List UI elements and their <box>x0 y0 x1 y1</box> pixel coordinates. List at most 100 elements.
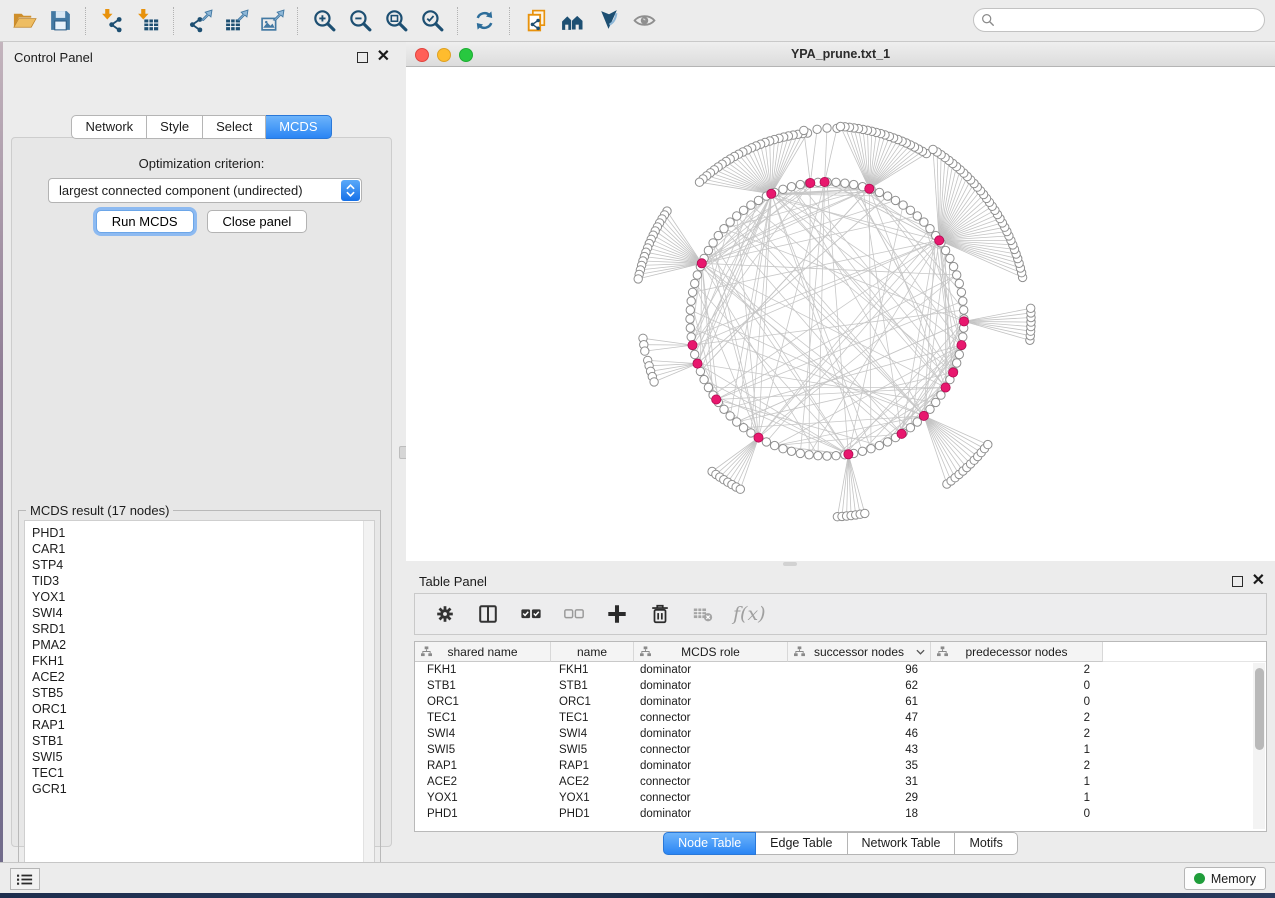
toolbar-separator <box>297 7 299 35</box>
mcds-result-item: YOX1 <box>32 589 374 605</box>
table-row[interactable]: YOX1YOX1connector291 <box>415 790 1266 806</box>
import-network-icon[interactable] <box>94 5 130 37</box>
toolbar-separator <box>457 7 459 35</box>
save-session-icon[interactable] <box>42 5 78 37</box>
table-cell: 18 <box>785 808 927 820</box>
table-cell: connector <box>632 776 785 788</box>
new-network-from-selection-icon[interactable] <box>518 5 554 37</box>
table-row[interactable]: SWI5SWI5connector431 <box>415 742 1266 758</box>
table-cell: 0 <box>927 680 1098 692</box>
table-row[interactable]: FKH1FKH1dominator962 <box>415 662 1266 678</box>
memory-button[interactable]: Memory <box>1184 867 1266 890</box>
delete-column-icon[interactable] <box>647 601 673 627</box>
table-row[interactable]: ACE2ACE2connector311 <box>415 774 1266 790</box>
table-cell: 2 <box>927 760 1098 772</box>
toolbar-separator <box>85 7 87 35</box>
table-cell: STB1 <box>415 680 550 692</box>
tab-network[interactable]: Network <box>71 115 147 139</box>
destroy-table-icon <box>690 601 716 627</box>
column-header-predecessor-nodes[interactable]: predecessor nodes <box>931 642 1103 662</box>
mcds-result-item: PMA2 <box>32 637 374 653</box>
table-cell: FKH1 <box>550 664 632 676</box>
show-column-panel-icon[interactable] <box>475 601 501 627</box>
network-canvas[interactable] <box>406 67 1275 561</box>
control-panel-tabs: NetworkStyleSelectMCDS <box>3 115 400 139</box>
tab-mcds[interactable]: MCDS <box>266 115 331 139</box>
window-zoom-icon[interactable] <box>459 48 473 62</box>
scrollbar-thumb[interactable] <box>1255 668 1264 750</box>
table-row[interactable]: ORC1ORC1dominator610 <box>415 694 1266 710</box>
float-panel-icon[interactable] <box>357 52 368 63</box>
table-cell: 61 <box>785 696 927 708</box>
run-mcds-button[interactable]: Run MCDS <box>96 210 194 233</box>
show-hide-icon[interactable] <box>626 5 662 37</box>
table-cell: PHD1 <box>415 808 550 820</box>
mcds-result-item: STB5 <box>32 685 374 701</box>
window-close-icon[interactable] <box>415 48 429 62</box>
close-panel-icon[interactable]: ✕ <box>377 52 390 62</box>
table-cell: 43 <box>785 744 927 756</box>
float-panel-icon[interactable] <box>1232 576 1243 587</box>
mcds-result-list[interactable]: PHD1CAR1STP4TID3YOX1SWI4SRD1PMA2FKH1ACE2… <box>24 520 375 874</box>
column-header-MCDS-role[interactable]: MCDS role <box>634 642 788 662</box>
mcds-result-item: PHD1 <box>32 525 374 541</box>
table-cell: connector <box>632 792 785 804</box>
export-table-icon[interactable] <box>218 5 254 37</box>
import-table-icon[interactable] <box>130 5 166 37</box>
optimization-criterion-value: largest connected component (undirected) <box>49 183 341 198</box>
table-cell: 2 <box>927 728 1098 740</box>
first-neighbors-icon[interactable] <box>554 5 590 37</box>
zoom-fit-icon[interactable] <box>378 5 414 37</box>
table-row[interactable]: RAP1RAP1dominator352 <box>415 758 1266 774</box>
table-cell: 1 <box>927 744 1098 756</box>
tab-select[interactable]: Select <box>203 115 266 139</box>
zoom-out-icon[interactable] <box>342 5 378 37</box>
table-cell: 29 <box>785 792 927 804</box>
search-input[interactable] <box>973 8 1265 32</box>
table-row[interactable]: STB1STB1dominator620 <box>415 678 1266 694</box>
deselect-all-icon[interactable] <box>561 601 587 627</box>
column-header-name[interactable]: name <box>551 642 634 662</box>
open-session-icon[interactable] <box>6 5 42 37</box>
table-cell: 0 <box>927 808 1098 820</box>
tab-edge-table[interactable]: Edge Table <box>756 832 847 855</box>
tab-style[interactable]: Style <box>147 115 203 139</box>
table-scrollbar[interactable] <box>1253 663 1265 829</box>
zoom-in-icon[interactable] <box>306 5 342 37</box>
mcds-list-scrollbar[interactable] <box>363 521 374 873</box>
zoom-selected-icon[interactable] <box>414 5 450 37</box>
table-cell: YOX1 <box>550 792 632 804</box>
tab-node-table[interactable]: Node Table <box>663 832 756 855</box>
export-image-icon[interactable] <box>254 5 290 37</box>
table-row[interactable]: TEC1TEC1connector472 <box>415 710 1266 726</box>
table-panel: Table Panel ✕ f(x) shared namenameMCDS r… <box>406 566 1275 862</box>
column-header-shared-name[interactable]: shared name <box>415 642 551 662</box>
optimization-criterion-select[interactable]: largest connected component (undirected) <box>48 178 362 203</box>
task-history-button[interactable] <box>10 868 40 890</box>
memory-status-icon <box>1194 873 1205 884</box>
table-cell: 1 <box>927 792 1098 804</box>
mcds-result-item: CAR1 <box>32 541 374 557</box>
close-panel-button[interactable]: Close panel <box>207 210 308 233</box>
close-panel-icon[interactable]: ✕ <box>1252 576 1265 586</box>
table-cell: dominator <box>632 808 785 820</box>
table-row[interactable]: SWI4SWI4dominator462 <box>415 726 1266 742</box>
tab-motifs[interactable]: Motifs <box>955 832 1017 855</box>
table-cell: 2 <box>927 712 1098 724</box>
graphics-details-icon[interactable] <box>590 5 626 37</box>
network-window-titlebar[interactable]: YPA_prune.txt_1 <box>406 42 1275 67</box>
column-header-successor-nodes[interactable]: successor nodes <box>788 642 931 662</box>
table-cell: STB1 <box>550 680 632 692</box>
export-network-icon[interactable] <box>182 5 218 37</box>
window-minimize-icon[interactable] <box>437 48 451 62</box>
table-cell: RAP1 <box>550 760 632 772</box>
apply-layout-icon[interactable] <box>466 5 502 37</box>
select-all-icon[interactable] <box>518 601 544 627</box>
table-cell: PHD1 <box>550 808 632 820</box>
tab-network-table[interactable]: Network Table <box>848 832 956 855</box>
table-row[interactable]: PHD1PHD1dominator180 <box>415 806 1266 822</box>
create-column-icon[interactable] <box>604 601 630 627</box>
table-cell: YOX1 <box>415 792 550 804</box>
mcds-tab-content: Optimization criterion: largest connecte… <box>11 137 392 847</box>
table-options-icon[interactable] <box>432 601 458 627</box>
